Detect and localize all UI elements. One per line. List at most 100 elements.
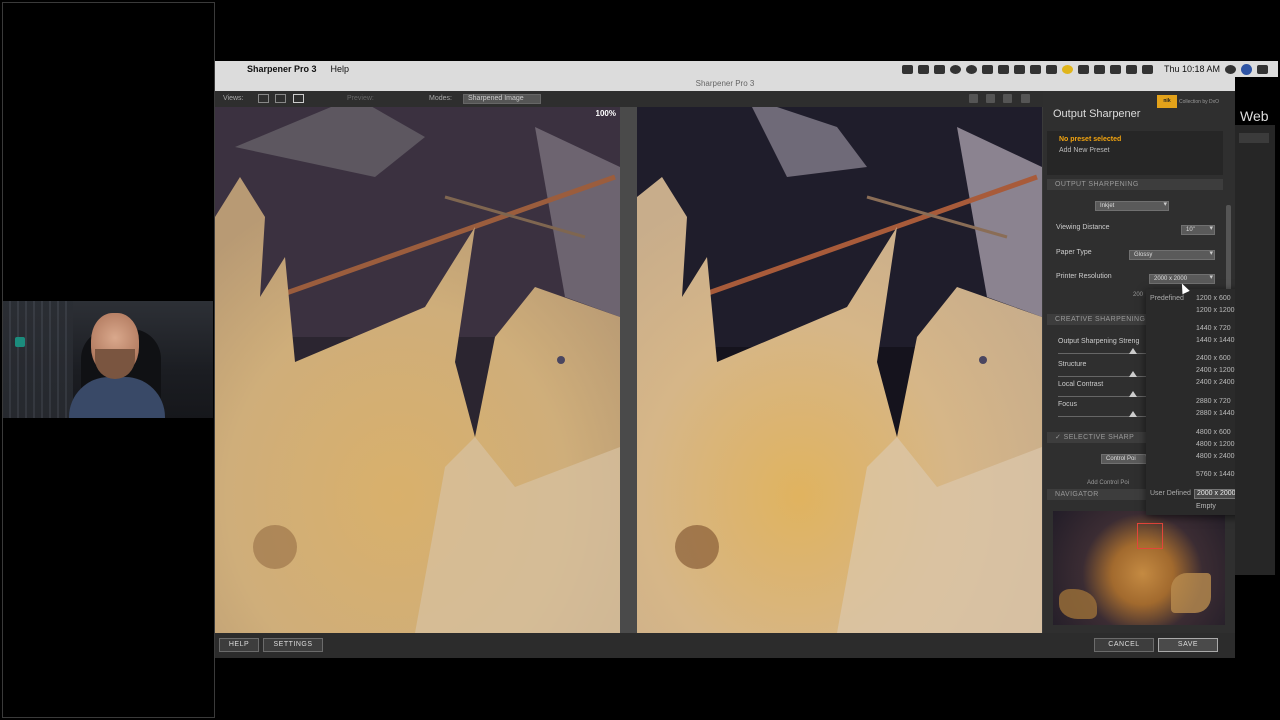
split-divider[interactable] <box>620 107 637 633</box>
bottom-bar: HELP SETTINGS CANCEL SAVE <box>215 633 1235 658</box>
camera-icon[interactable] <box>1029 64 1041 74</box>
resolution-option[interactable]: 4800 x 600 <box>1196 429 1231 436</box>
sharpened-leaf-image <box>637 107 1042 633</box>
help-menu[interactable]: Help <box>331 64 350 74</box>
preview-label: Preview: <box>347 95 374 102</box>
empty-option[interactable]: Empty <box>1196 503 1216 510</box>
focus-knob[interactable] <box>1129 411 1137 417</box>
fit-icon[interactable] <box>1003 94 1012 103</box>
add-preset-link[interactable]: Add New Preset <box>1059 147 1110 154</box>
display-icon[interactable] <box>901 64 913 74</box>
selective-sharpening-label: SELECTIVE SHARP <box>1063 434 1135 441</box>
user-avatar[interactable] <box>1241 63 1252 75</box>
thumb-leaf-small <box>1059 589 1097 619</box>
grid-icon[interactable] <box>1045 64 1057 74</box>
navigator-thumbnail[interactable] <box>1053 511 1225 625</box>
resolution-option[interactable]: 2400 x 600 <box>1196 355 1231 362</box>
clipboard-icon[interactable] <box>997 64 1009 74</box>
single-view-button[interactable] <box>258 94 269 103</box>
split-view-button[interactable] <box>275 94 286 103</box>
resolution-option[interactable]: 1440 x 1440 <box>1196 337 1235 344</box>
paper-type-select[interactable]: Glossy <box>1129 250 1215 260</box>
pen-icon[interactable] <box>1077 64 1089 74</box>
output-strength-knob[interactable] <box>1129 348 1137 354</box>
search-icon[interactable] <box>1225 64 1236 74</box>
hand-tool-icon[interactable] <box>969 94 978 103</box>
original-image-pane[interactable]: 100% <box>215 107 620 633</box>
target-icon[interactable] <box>949 64 961 74</box>
resolution-option[interactable]: 2400 x 2400 <box>1196 379 1235 386</box>
viewing-distance-select[interactable]: 10" <box>1181 225 1215 235</box>
local-contrast-label: Local Contrast <box>1058 381 1104 388</box>
skype-icon[interactable] <box>981 64 993 74</box>
window-title: Sharpener Pro 3 <box>215 77 1235 91</box>
structure-knob[interactable] <box>1129 371 1137 377</box>
background-window-bar <box>1239 133 1269 143</box>
side-by-side-view-button[interactable] <box>293 94 304 103</box>
output-strength-label: Output Sharpening Streng <box>1058 338 1140 345</box>
loupe-icon[interactable] <box>1021 94 1030 103</box>
paper-type-label: Paper Type <box>1056 249 1092 256</box>
modes-select[interactable]: Sharpened Image <box>463 94 541 104</box>
navigator-viewport-frame[interactable] <box>1137 523 1163 549</box>
resolution-option[interactable]: 1200 x 1200 <box>1196 307 1235 314</box>
gear-icon[interactable] <box>917 64 929 74</box>
help-button[interactable]: HELP <box>219 638 259 652</box>
background-web-label: Web <box>1240 108 1269 124</box>
menu-list-icon[interactable] <box>1257 64 1268 74</box>
focus-label: Focus <box>1058 401 1078 408</box>
preset-box: No preset selected Add New Preset <box>1047 131 1223 175</box>
app-menu[interactable]: Sharpener Pro 3 <box>247 64 317 74</box>
recording-icon[interactable] <box>1061 64 1073 74</box>
save-button[interactable]: SAVE <box>1158 638 1218 652</box>
no-preset-label: No preset selected <box>1059 136 1122 143</box>
views-label: Views: <box>223 95 244 102</box>
resolution-option[interactable]: 1200 x 600 <box>1196 295 1231 302</box>
screen: Sharpener Pro 3 Help Thu 10:18 AM Sharpe… <box>0 0 1280 720</box>
zoom-level: 100% <box>595 109 616 118</box>
mic-light <box>15 337 25 347</box>
resolution-option[interactable]: 2880 x 1440 <box>1196 410 1235 417</box>
cancel-button[interactable]: CANCEL <box>1094 638 1154 652</box>
cloud-icon[interactable] <box>933 64 945 74</box>
wifi-icon[interactable] <box>1109 64 1121 74</box>
background-window <box>1235 125 1275 575</box>
webcam-feed <box>3 301 213 418</box>
resolution-option[interactable]: 2880 x 720 <box>1196 398 1231 405</box>
screen-icon[interactable] <box>1013 64 1025 74</box>
output-type-select[interactable]: Inkjet <box>1095 201 1169 211</box>
thumb-leaf <box>1171 573 1211 613</box>
local-contrast-knob[interactable] <box>1129 391 1137 397</box>
volume-icon[interactable] <box>1141 64 1153 74</box>
panel-title: Output Sharpener <box>1053 108 1141 120</box>
original-leaf-image <box>215 107 620 633</box>
bluetooth-icon[interactable] <box>1093 64 1105 74</box>
resolution-option[interactable]: 4800 x 2400 <box>1196 453 1235 460</box>
eye-icon[interactable] <box>965 64 977 74</box>
settings-button[interactable]: SETTINGS <box>263 638 323 652</box>
sharpener-window: Sharpener Pro 3 Views: Preview: Modes: S… <box>215 77 1235 658</box>
eject-icon[interactable] <box>1125 64 1137 74</box>
resolution-option[interactable]: 5760 x 1440 <box>1196 471 1235 478</box>
clock[interactable]: Thu 10:18 AM <box>1164 64 1220 74</box>
toolbar: Views: Preview: Modes: Sharpened Image <box>215 91 1043 107</box>
zoom-tool-icon[interactable] <box>986 94 995 103</box>
mac-menubar: Sharpener Pro 3 Help Thu 10:18 AM <box>215 61 1278 77</box>
viewing-distance-label: Viewing Distance <box>1056 224 1110 231</box>
modes-label: Modes: <box>429 95 452 102</box>
nik-logo: nik <box>1157 95 1177 108</box>
resolution-option[interactable]: 2400 x 1200 <box>1196 367 1235 374</box>
resolution-option[interactable]: 1440 x 720 <box>1196 325 1231 332</box>
printer-resolution-sub: 200 <box>1133 292 1144 298</box>
printer-resolution-label: Printer Resolution <box>1056 273 1112 280</box>
status-icons: Thu 10:18 AM <box>901 63 1278 75</box>
predefined-group-label: Predefined <box>1150 295 1184 302</box>
resolution-option[interactable]: 4800 x 1200 <box>1196 441 1235 448</box>
bookshelf <box>3 301 73 418</box>
sharpened-image-pane[interactable] <box>637 107 1042 633</box>
add-control-point-label[interactable]: Add Control Poi <box>1087 480 1129 486</box>
structure-label: Structure <box>1058 361 1087 368</box>
output-sharpening-header[interactable]: OUTPUT SHARPENING <box>1047 179 1223 190</box>
control-points-button[interactable]: Control Poi <box>1101 454 1151 464</box>
collection-label: Collection by DxO <box>1179 99 1220 105</box>
